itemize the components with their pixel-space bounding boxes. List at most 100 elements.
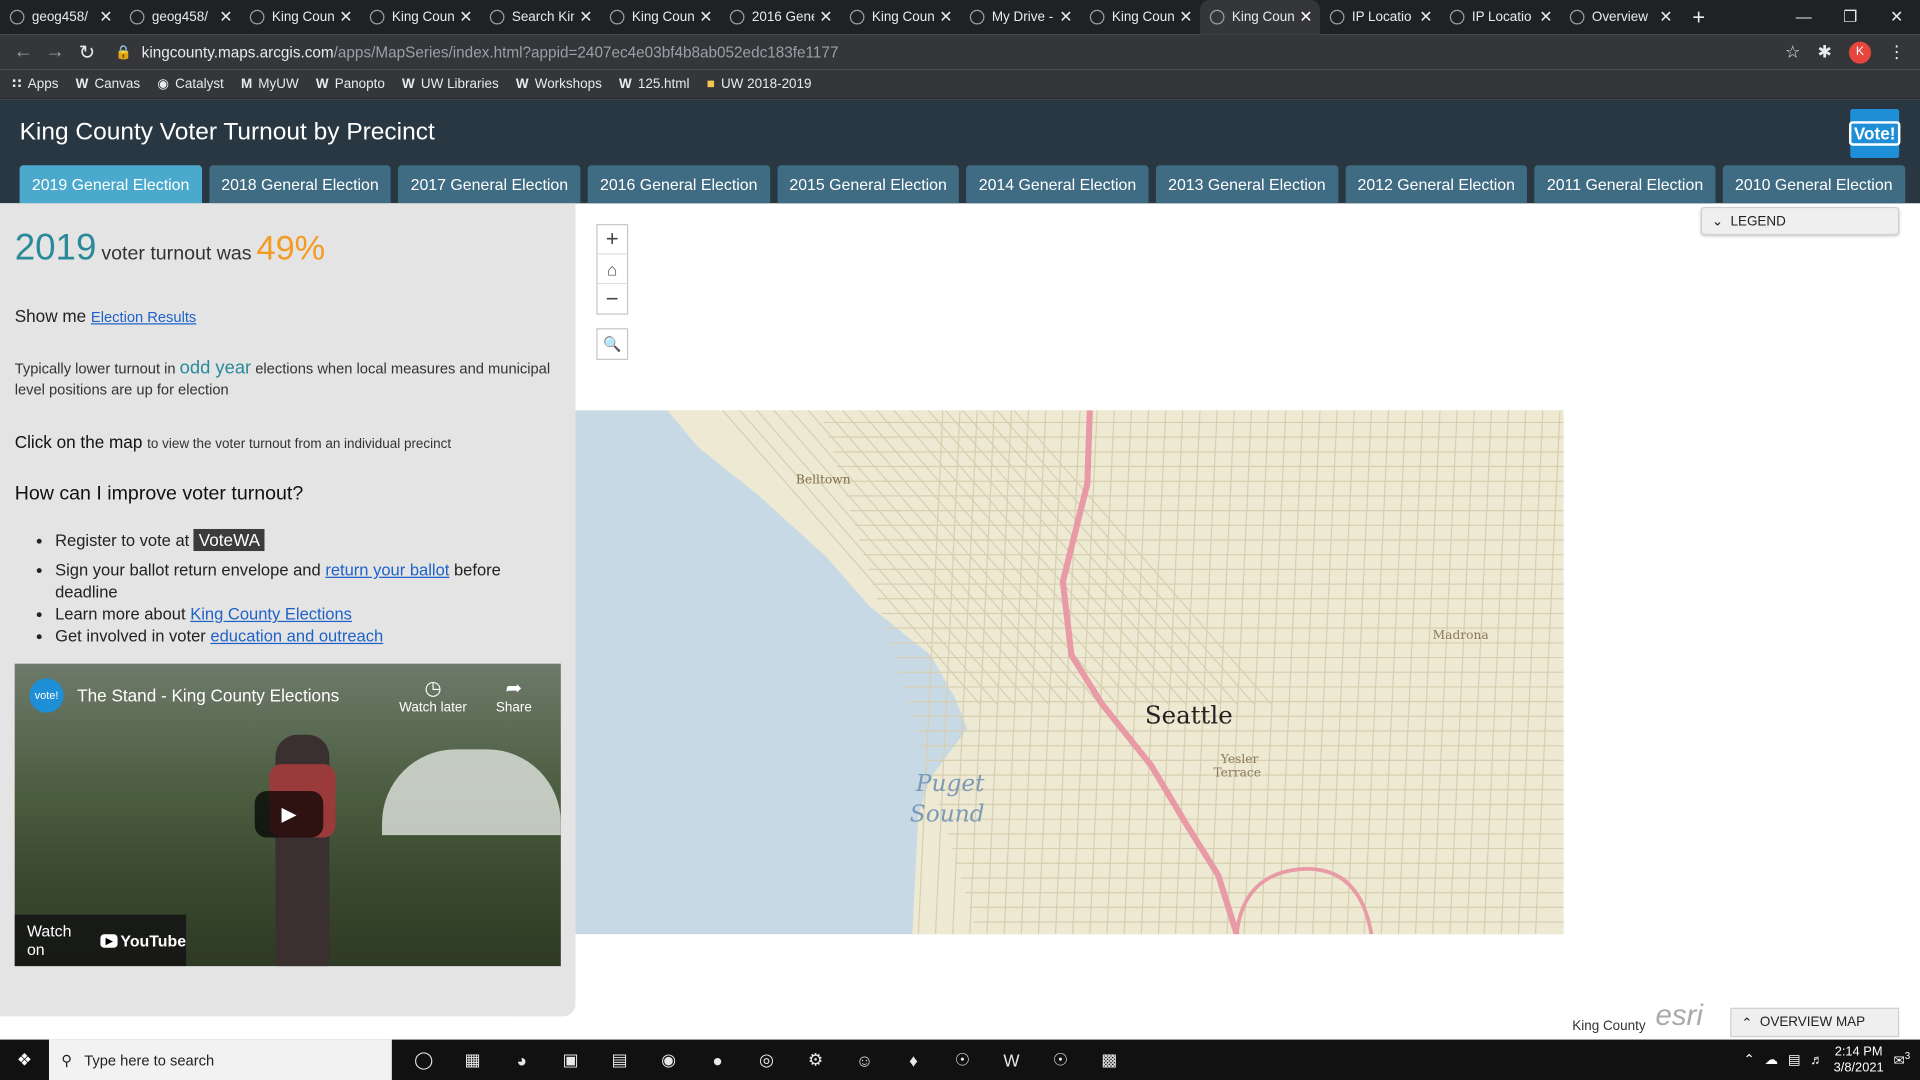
- reload-icon[interactable]: ↻: [71, 40, 103, 64]
- close-tab-icon[interactable]: ✕: [1419, 7, 1432, 27]
- minimize-icon[interactable]: —: [1780, 0, 1827, 34]
- windows-start-icon[interactable]: ❖: [0, 1049, 49, 1070]
- watch-on-youtube-button[interactable]: Watch on ▶ YouTube: [14, 914, 187, 967]
- close-tab-icon[interactable]: ✕: [1299, 7, 1312, 27]
- return-ballot-link[interactable]: return your ballot: [325, 561, 449, 579]
- bookmark-item[interactable]: W 125.html: [619, 77, 690, 92]
- king-county-elections-link[interactable]: King County Elections: [190, 605, 352, 623]
- map-search-button[interactable]: 🔍: [596, 328, 629, 361]
- browser-tab[interactable]: My Drive - ✕: [960, 0, 1080, 34]
- edge-icon[interactable]: ◕: [497, 1050, 546, 1070]
- video-title[interactable]: The Stand - King County Elections: [77, 686, 339, 706]
- task-view-icon[interactable]: ▦: [448, 1049, 497, 1070]
- tab-election-2012[interactable]: 2012 General Election: [1345, 165, 1528, 204]
- browser-tab[interactable]: Search Kin ✕: [480, 0, 600, 34]
- browser-tab[interactable]: King Coun ✕: [600, 0, 720, 34]
- browser-tab[interactable]: geog458/ ✕: [120, 0, 240, 34]
- menu-dots-icon[interactable]: ⋮: [1888, 42, 1905, 63]
- close-tab-icon[interactable]: ✕: [1539, 7, 1552, 27]
- onedrive-cloud-icon[interactable]: ☁: [1765, 1052, 1778, 1068]
- bookmark-item[interactable]: W Workshops: [516, 77, 602, 92]
- votewa-logo-link[interactable]: VoteWA: [193, 528, 265, 552]
- profile-avatar[interactable]: K: [1848, 41, 1872, 64]
- browser-tab[interactable]: King Coun ✕: [240, 0, 360, 34]
- play-button[interactable]: ▶: [254, 791, 324, 838]
- close-tab-icon[interactable]: ✕: [699, 7, 712, 27]
- tab-election-2019[interactable]: 2019 General Election: [19, 165, 202, 204]
- close-tab-icon[interactable]: ✕: [339, 7, 352, 27]
- education-outreach-link[interactable]: education and outreach: [210, 627, 383, 645]
- youtube-video-embed[interactable]: vote! The Stand - King County Elections …: [14, 663, 561, 967]
- legend-toggle[interactable]: ⌄ LEGEND: [1700, 206, 1900, 236]
- extensions-puzzle-icon[interactable]: ✱: [1817, 42, 1831, 63]
- notification-icon[interactable]: ✉3: [1893, 1051, 1910, 1069]
- taskbar-clock[interactable]: 2:14 PM 3/8/2021: [1834, 1044, 1884, 1076]
- close-window-icon[interactable]: ✕: [1873, 0, 1920, 34]
- network-icon[interactable]: ▤: [1788, 1052, 1801, 1068]
- bookmark-item[interactable]: ◉ Catalyst: [157, 76, 224, 92]
- word-icon[interactable]: W: [987, 1050, 1036, 1070]
- close-tab-icon[interactable]: ✕: [459, 7, 472, 27]
- tab-election-2017[interactable]: 2017 General Election: [398, 165, 581, 204]
- share-button[interactable]: ➦ Share: [496, 676, 532, 715]
- taskbar-search[interactable]: ⚲ Type here to search: [48, 1039, 392, 1080]
- chevron-up-icon[interactable]: ⌃: [1743, 1052, 1754, 1068]
- watch-later-button[interactable]: ◷ Watch later: [399, 676, 467, 715]
- forward-arrow-icon[interactable]: →: [39, 41, 71, 63]
- close-tab-icon[interactable]: ✕: [1659, 7, 1672, 27]
- browser-tab[interactable]: King Coun ✕: [840, 0, 960, 34]
- browser-tab[interactable]: IP Locatio ✕: [1320, 0, 1440, 34]
- chrome-icon[interactable]: ☉: [1036, 1049, 1085, 1070]
- epic-games-icon[interactable]: ♦: [889, 1050, 938, 1070]
- bookmark-item[interactable]: W Canvas: [76, 77, 141, 92]
- browser-tab[interactable]: King Coun ✕: [1080, 0, 1200, 34]
- tab-election-2015[interactable]: 2015 General Election: [777, 165, 960, 204]
- tab-election-2013[interactable]: 2013 General Election: [1155, 165, 1338, 204]
- bookmark-item[interactable]: W UW Libraries: [402, 77, 499, 92]
- spotify-icon[interactable]: ◉: [644, 1049, 693, 1070]
- zoom-out-button[interactable]: −: [598, 284, 627, 313]
- bookmark-item[interactable]: ■ UW 2018-2019: [707, 77, 812, 92]
- browser-tab[interactable]: 2016 Gene ✕: [720, 0, 840, 34]
- volume-icon[interactable]: ♬: [1810, 1052, 1823, 1067]
- browser-tab[interactable]: King Coun ✕: [1200, 0, 1321, 35]
- tab-election-2014[interactable]: 2014 General Election: [966, 165, 1149, 204]
- chrome-icon[interactable]: ☉: [938, 1049, 987, 1070]
- obs-icon[interactable]: ◎: [742, 1049, 791, 1070]
- close-tab-icon[interactable]: ✕: [1059, 7, 1072, 27]
- bookmark-item[interactable]: M MyUW: [241, 77, 299, 92]
- file-explorer-icon[interactable]: ▤: [595, 1049, 644, 1070]
- close-tab-icon[interactable]: ✕: [819, 7, 832, 27]
- map-view[interactable]: Belltown Seattle Puget Sound Madrona Yes…: [575, 410, 1564, 935]
- new-tab-button[interactable]: +: [1680, 0, 1717, 34]
- tab-election-2018[interactable]: 2018 General Election: [208, 165, 391, 204]
- discord-icon[interactable]: ☺: [840, 1050, 889, 1070]
- channel-logo[interactable]: vote!: [29, 678, 64, 713]
- election-results-link[interactable]: Election Results: [91, 309, 196, 326]
- tab-election-2010[interactable]: 2010 General Election: [1722, 165, 1905, 204]
- origin-icon[interactable]: ●: [693, 1050, 742, 1070]
- close-tab-icon[interactable]: ✕: [1179, 7, 1192, 27]
- back-arrow-icon[interactable]: ←: [7, 41, 39, 63]
- cortana-icon[interactable]: ◯: [399, 1049, 448, 1070]
- url-field[interactable]: 🔒 kingcounty.maps.arcgis.com/apps/MapSer…: [115, 37, 1785, 66]
- home-button[interactable]: ⌂: [597, 255, 627, 285]
- terminal-icon[interactable]: ▩: [1085, 1049, 1134, 1070]
- bookmark-star-icon[interactable]: ☆: [1785, 42, 1800, 63]
- close-tab-icon[interactable]: ✕: [219, 7, 232, 27]
- store-icon[interactable]: ▣: [546, 1049, 595, 1070]
- close-tab-icon[interactable]: ✕: [579, 7, 592, 27]
- close-tab-icon[interactable]: ✕: [939, 7, 952, 27]
- bookmark-item[interactable]: W Panopto: [316, 77, 385, 92]
- browser-tab[interactable]: IP Locatio ✕: [1440, 0, 1560, 34]
- overview-map-toggle[interactable]: ⌃ OVERVIEW MAP: [1730, 1007, 1900, 1038]
- steam-icon[interactable]: ⚙: [791, 1049, 840, 1070]
- tab-election-2011[interactable]: 2011 General Election: [1534, 165, 1716, 204]
- zoom-in-button[interactable]: +: [597, 225, 627, 255]
- browser-tab[interactable]: Overview ✕: [1560, 0, 1680, 34]
- browser-tab[interactable]: geog458/ ✕: [0, 0, 120, 34]
- browser-tab[interactable]: King Coun ✕: [360, 0, 480, 34]
- restore-icon[interactable]: ❐: [1827, 0, 1874, 34]
- close-tab-icon[interactable]: ✕: [99, 7, 112, 27]
- bookmark-item[interactable]: ∷ Apps: [12, 76, 58, 92]
